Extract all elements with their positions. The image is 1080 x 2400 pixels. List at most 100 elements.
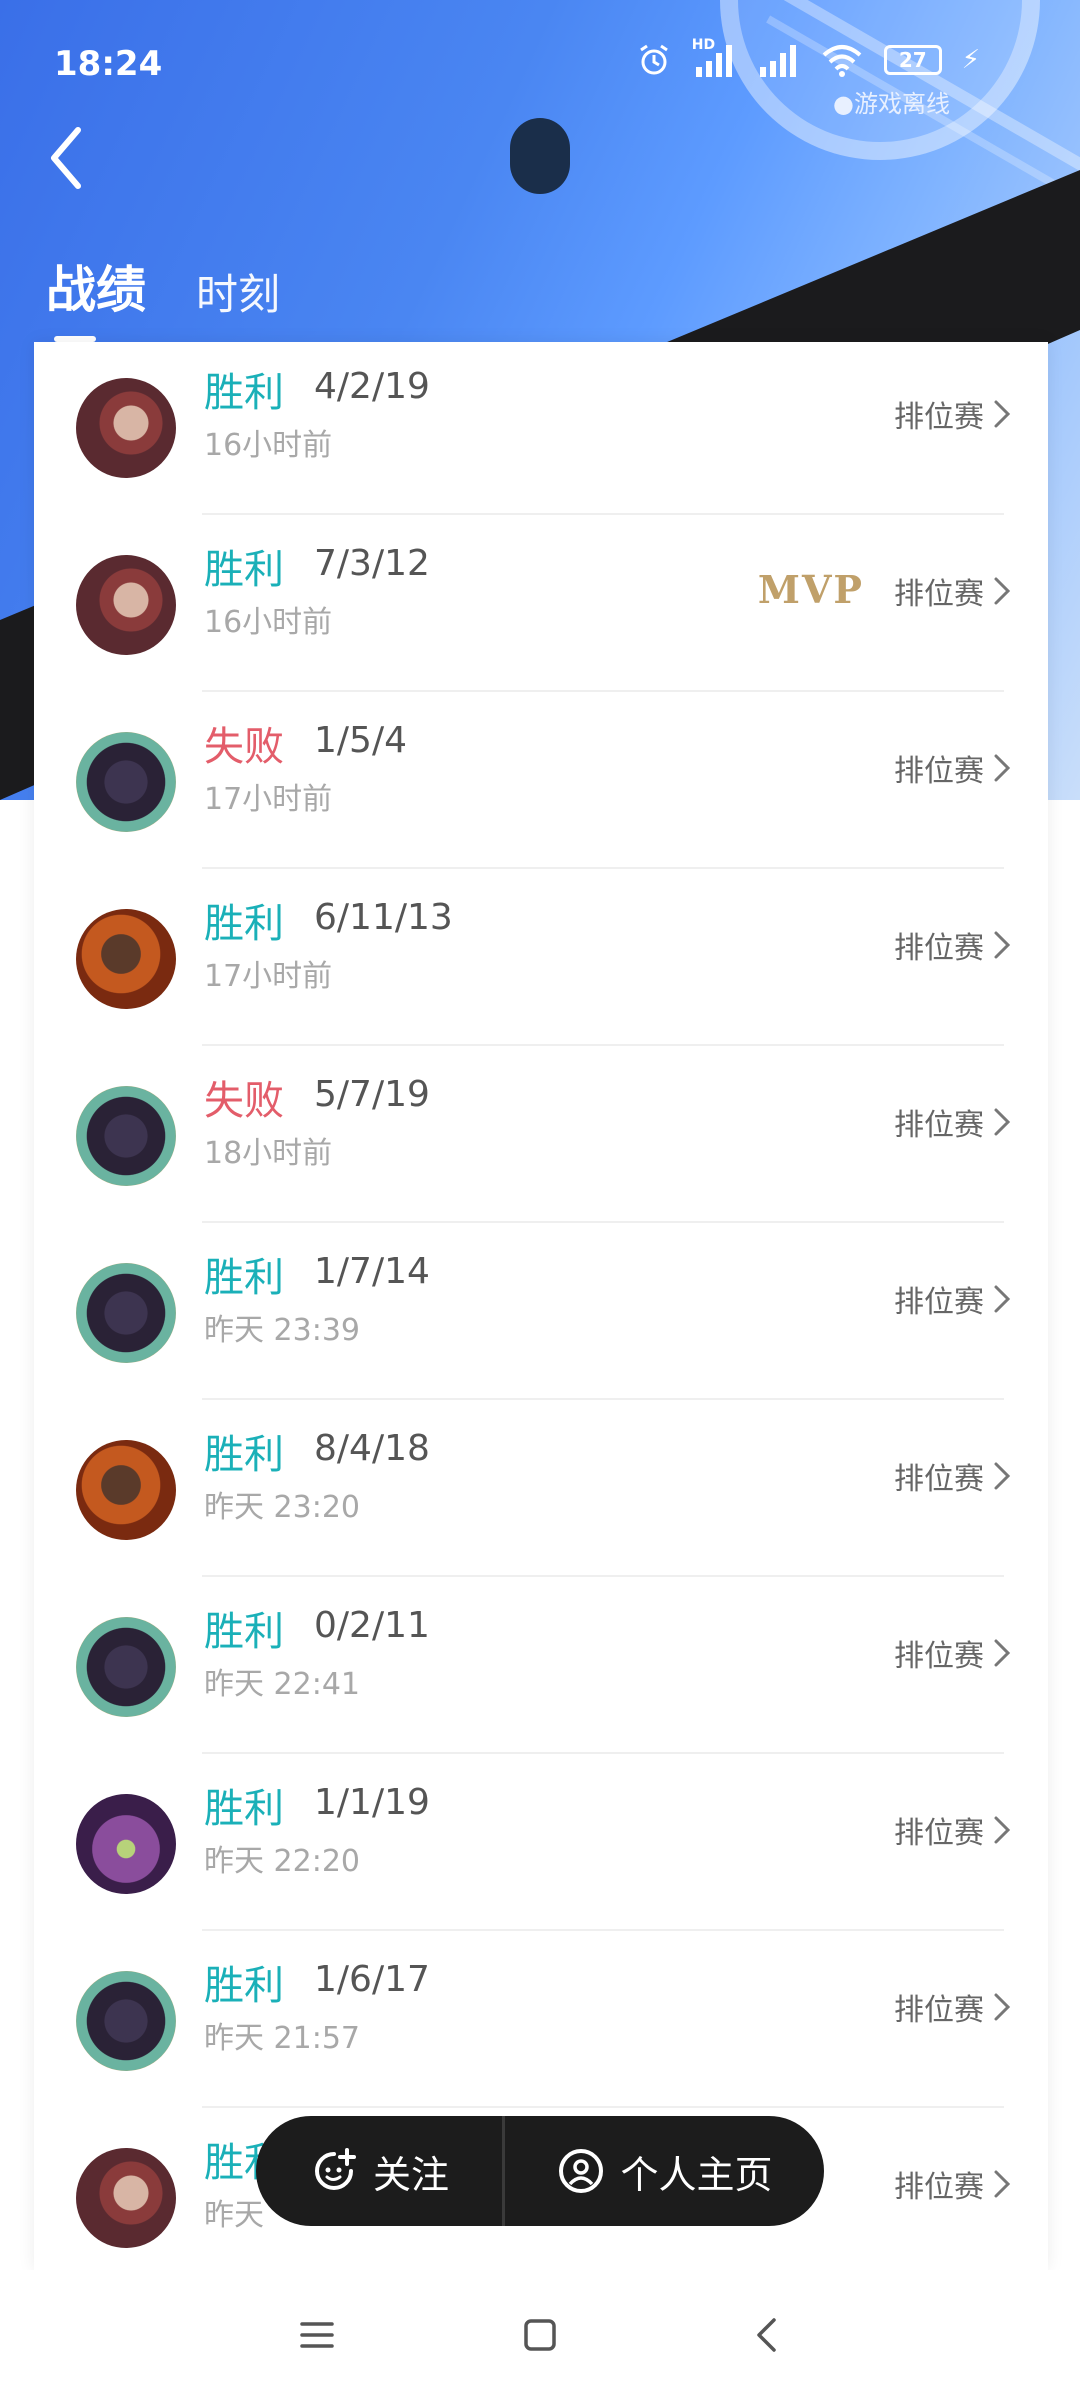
match-result: 胜利	[204, 901, 284, 947]
match-time: 18小时前	[204, 1136, 333, 1171]
chevron-right-icon	[994, 2170, 1011, 2198]
match-row[interactable]: 胜利 6/11/13 17小时前 排位赛	[34, 869, 1048, 1046]
match-kda: 5/7/19	[314, 1074, 430, 1115]
system-nav-bar	[0, 2270, 1080, 2400]
hero-avatar	[76, 1794, 176, 1894]
chevron-right-icon	[994, 1816, 1011, 1844]
signal-icon	[759, 45, 796, 77]
match-time: 昨天 21:57	[204, 2021, 360, 2056]
hero-avatar	[76, 1086, 176, 1186]
match-mode: 排位赛	[894, 2170, 984, 2205]
match-kda: 1/5/4	[314, 720, 407, 761]
match-row[interactable]: 胜利 7/3/12 16小时前 MVP 排位赛	[34, 515, 1048, 692]
match-mode: 排位赛	[894, 1639, 984, 1674]
match-kda: 1/7/14	[314, 1251, 430, 1292]
match-time: 昨天 23:39	[204, 1313, 360, 1348]
match-kda: 4/2/19	[314, 366, 430, 407]
hero-avatar	[76, 732, 176, 832]
match-result: 胜利	[204, 1609, 284, 1655]
home-icon[interactable]	[515, 2310, 565, 2360]
follow-label: 关注	[372, 2152, 449, 2197]
status-icons: HD 27 ⚡	[636, 37, 980, 78]
match-result: 胜利	[204, 1786, 284, 1832]
match-row[interactable]: 胜利 1/1/19 昨天 22:20 排位赛	[34, 1754, 1048, 1931]
match-result: 胜利	[204, 1255, 284, 1301]
match-time: 17小时前	[204, 782, 333, 817]
match-row[interactable]: 失败 1/5/4 17小时前 排位赛	[34, 692, 1048, 869]
floating-action-bar: 关注 个人主页	[256, 2116, 824, 2226]
follow-button[interactable]: 关注	[256, 2144, 502, 2199]
match-time: 16小时前	[204, 428, 333, 463]
chevron-right-icon	[994, 754, 1011, 782]
match-mode: 排位赛	[894, 1993, 984, 2028]
menu-icon[interactable]	[292, 2310, 342, 2360]
profile-button[interactable]: 个人主页	[505, 2144, 824, 2199]
profile-label: 个人主页	[620, 2152, 773, 2197]
match-mode: 排位赛	[894, 754, 984, 789]
wifi-icon	[822, 45, 862, 77]
chevron-right-icon	[994, 1285, 1011, 1313]
match-kda: 1/1/19	[314, 1782, 430, 1823]
status-time: 18:24	[54, 44, 163, 84]
tab-bar: 战绩 时刻	[46, 250, 280, 342]
mvp-badge: MVP	[757, 567, 864, 612]
match-mode: 排位赛	[894, 1285, 984, 1320]
match-kda: 0/2/11	[314, 1605, 430, 1646]
hero-avatar	[76, 1440, 176, 1540]
chevron-right-icon	[994, 1639, 1011, 1667]
match-mode: 排位赛	[894, 1462, 984, 1497]
match-row[interactable]: 胜利 4/2/19 16小时前 排位赛	[34, 342, 1048, 515]
match-list: 胜利 4/2/19 16小时前 排位赛 胜利 7/3/12 16小时前 MVP 排位赛 失败 1/5…	[34, 342, 1048, 2270]
tab-moments[interactable]: 时刻	[196, 261, 280, 322]
match-row[interactable]: 胜利 0/2/11 昨天 22:41 排位赛	[34, 1577, 1048, 1754]
hero-avatar	[76, 1617, 176, 1717]
back-button[interactable]	[36, 118, 96, 198]
match-result: 胜利	[204, 1432, 284, 1478]
match-mode: 排位赛	[894, 1816, 984, 1851]
match-result: 失败	[204, 1078, 284, 1124]
back-nav-icon[interactable]	[742, 2310, 792, 2360]
game-status: ●游戏离线	[833, 90, 950, 118]
chevron-right-icon	[994, 1108, 1011, 1136]
match-kda: 1/6/17	[314, 1959, 430, 2000]
match-time: 昨天 23:20	[204, 1490, 360, 1525]
match-row[interactable]: 胜利 8/4/18 昨天 23:20 排位赛	[34, 1400, 1048, 1577]
match-row[interactable]: 胜利 1/6/17 昨天 21:57 排位赛	[34, 1931, 1048, 2108]
signal-hd-icon: HD	[692, 37, 736, 77]
chevron-right-icon	[994, 577, 1011, 605]
chevron-right-icon	[994, 931, 1011, 959]
match-time: 昨天 22:20	[204, 1844, 360, 1879]
match-time: 昨天 22:41	[204, 1667, 360, 1702]
alarm-icon	[639, 44, 668, 75]
tab-record[interactable]: 战绩	[46, 250, 146, 342]
match-mode: 排位赛	[894, 1108, 984, 1143]
match-result: 失败	[204, 724, 284, 770]
chevron-right-icon	[994, 1993, 1011, 2021]
profile-icon	[559, 2149, 604, 2193]
match-kda: 8/4/18	[314, 1428, 430, 1469]
match-time: 17小时前	[204, 959, 333, 994]
match-result: 胜利	[204, 370, 284, 416]
avatar-placeholder	[510, 118, 570, 194]
chevron-right-icon	[994, 400, 1011, 428]
hero-avatar	[76, 555, 176, 655]
chevron-right-icon	[994, 1462, 1011, 1490]
hero-avatar	[76, 1263, 176, 1363]
match-mode: 排位赛	[894, 931, 984, 966]
match-result: 胜利	[204, 547, 284, 593]
match-row[interactable]: 胜利 1/7/14 昨天 23:39 排位赛	[34, 1223, 1048, 1400]
match-kda: 6/11/13	[314, 897, 453, 938]
hero-avatar	[76, 1971, 176, 2071]
match-time: 16小时前	[204, 605, 333, 640]
follow-icon	[314, 2148, 356, 2190]
match-mode: 排位赛	[894, 577, 984, 612]
hero-avatar	[76, 378, 176, 478]
match-mode: 排位赛	[894, 400, 984, 435]
hero-avatar	[76, 2148, 176, 2248]
match-row[interactable]: 失败 5/7/19 18小时前 排位赛	[34, 1046, 1048, 1223]
battery-icon: 27	[883, 45, 942, 75]
match-kda: 7/3/12	[314, 543, 430, 584]
match-result: 胜利	[204, 1963, 284, 2009]
charging-icon: ⚡	[961, 45, 980, 75]
match-time: 昨天	[204, 2198, 264, 2233]
